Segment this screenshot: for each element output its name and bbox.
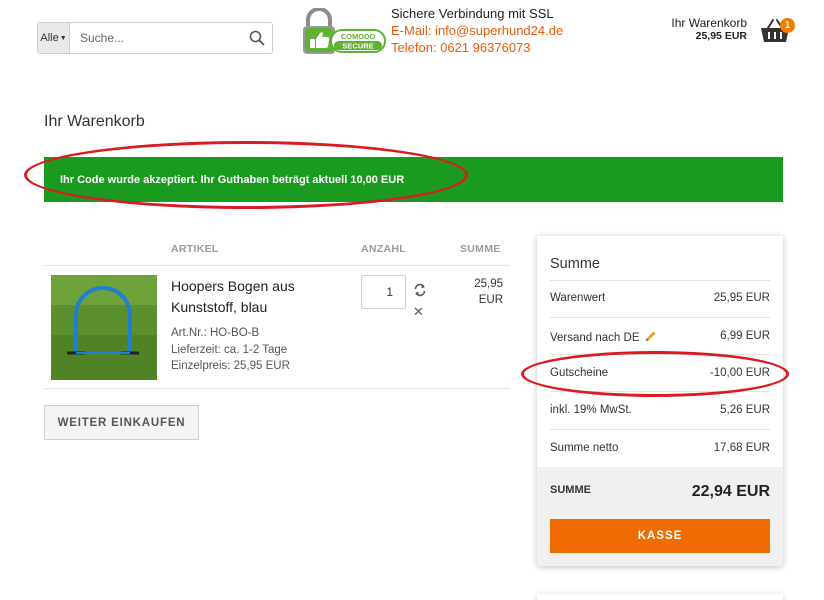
header-cart-amount: 25,95 EUR <box>695 30 747 42</box>
quantity-input[interactable]: 1 <box>361 275 406 309</box>
alert-message: Ihr Code wurde akzeptiert. Ihr Guthaben … <box>60 173 405 186</box>
summary-row-label: Warenwert <box>550 292 606 304</box>
remove-item-button[interactable]: ✕ <box>413 305 424 319</box>
summary-row-value: 25,95 EUR <box>713 292 770 304</box>
update-quantity-button[interactable] <box>413 283 427 297</box>
basket-button[interactable]: 1 <box>760 17 796 45</box>
order-summary-panel: Summe Warenwert 25,95 EUR Versand nach D… <box>537 236 783 566</box>
summary-row-value: -10,00 EUR <box>709 367 770 379</box>
product-unit-price: Einzelpreis: 25,95 EUR <box>171 360 290 372</box>
column-header-quantity: ANZAHL <box>361 243 406 255</box>
close-icon: ✕ <box>413 304 424 319</box>
summary-next-panel <box>537 594 783 600</box>
continue-shopping-button[interactable]: WEITER EINKAUFEN <box>44 405 199 440</box>
header-cart-summary[interactable]: Ihr Warenkorb 25,95 EUR <box>671 17 747 43</box>
summary-row-vat: inkl. 19% MwSt. 5,26 EUR <box>550 404 770 416</box>
summary-row-value: 5,26 EUR <box>720 404 770 416</box>
summary-divider <box>550 429 770 430</box>
category-select-label: Alle <box>40 32 59 44</box>
refresh-icon <box>414 283 426 297</box>
summary-row-net: Summe netto 17,68 EUR <box>550 442 770 454</box>
summary-row-value: 17,68 EUR <box>713 442 770 454</box>
summary-row-label: Versand nach DE <box>550 332 640 344</box>
line-total: 25,95 EUR <box>460 276 503 308</box>
badge-top-text: COMODO <box>341 32 376 41</box>
chevron-down-icon: ▼ <box>59 34 67 42</box>
contact-email-link[interactable]: E-Mail: info@superhund24.de <box>391 22 563 39</box>
pencil-icon[interactable] <box>645 330 657 345</box>
summary-divider <box>550 354 770 355</box>
checkout-button[interactable]: KASSE <box>550 519 770 553</box>
page-title: Ihr Warenkorb <box>44 113 145 130</box>
header-cart-label: Ihr Warenkorb <box>671 16 747 30</box>
line-total-value: 25,95 <box>474 278 503 290</box>
coupon-success-alert: Ihr Code wurde akzeptiert. Ihr Guthaben … <box>44 157 783 202</box>
summary-total-label: SUMME <box>550 484 591 496</box>
summary-divider <box>550 317 770 318</box>
product-article-number: Art.Nr.: HO-BO-B <box>171 327 260 339</box>
summary-total-value: 22,94 EUR <box>691 483 770 500</box>
comodo-secure-badge: COMODO SECURE <box>301 7 387 56</box>
summary-divider <box>550 280 770 281</box>
cart-count-badge: 1 <box>780 18 795 33</box>
summary-row-goods-value: Warenwert 25,95 EUR <box>550 292 770 304</box>
search-input[interactable] <box>70 23 242 53</box>
category-select[interactable]: Alle ▼ <box>38 23 70 53</box>
product-image[interactable] <box>51 275 157 380</box>
summary-row-shipping: Versand nach DE 6,99 EUR <box>550 330 770 345</box>
ssl-contact-info: Sichere Verbindung mit SSL E-Mail: info@… <box>391 5 563 56</box>
column-header-sum: SUMME <box>460 243 501 255</box>
summary-divider <box>550 391 770 392</box>
ssl-notice: Sichere Verbindung mit SSL <box>391 6 554 21</box>
column-header-article: ARTIKEL <box>171 243 219 255</box>
summary-total-box: SUMME 22,94 EUR KASSE <box>537 467 783 566</box>
summary-title: Summe <box>550 256 600 272</box>
badge-bottom-text: SECURE <box>342 42 373 51</box>
summary-row-vouchers: Gutscheine -10,00 EUR <box>550 367 770 379</box>
table-divider-top <box>44 265 510 266</box>
summary-row-label: Summe netto <box>550 442 619 454</box>
product-meta: Art.Nr.: HO-BO-B Lieferzeit: ca. 1-2 Tag… <box>171 325 290 375</box>
product-name-link[interactable]: Hoopers Bogen aus Kunststoff, blau <box>171 276 331 318</box>
table-divider-bottom <box>44 388 510 389</box>
line-total-currency: EUR <box>478 294 503 306</box>
summary-row-value: 6,99 EUR <box>720 330 770 342</box>
summary-row-label: inkl. 19% MwSt. <box>550 404 632 416</box>
product-delivery-time: Lieferzeit: ca. 1-2 Tage <box>171 343 288 356</box>
search-icon <box>249 30 265 46</box>
contact-phone-link[interactable]: Telefon: 0621 96376073 <box>391 39 563 56</box>
search-bar: Alle ▼ <box>37 22 273 54</box>
summary-row-label-wrap: Versand nach DE <box>550 330 657 345</box>
summary-row-label: Gutscheine <box>550 367 609 379</box>
search-button[interactable] <box>242 23 272 53</box>
